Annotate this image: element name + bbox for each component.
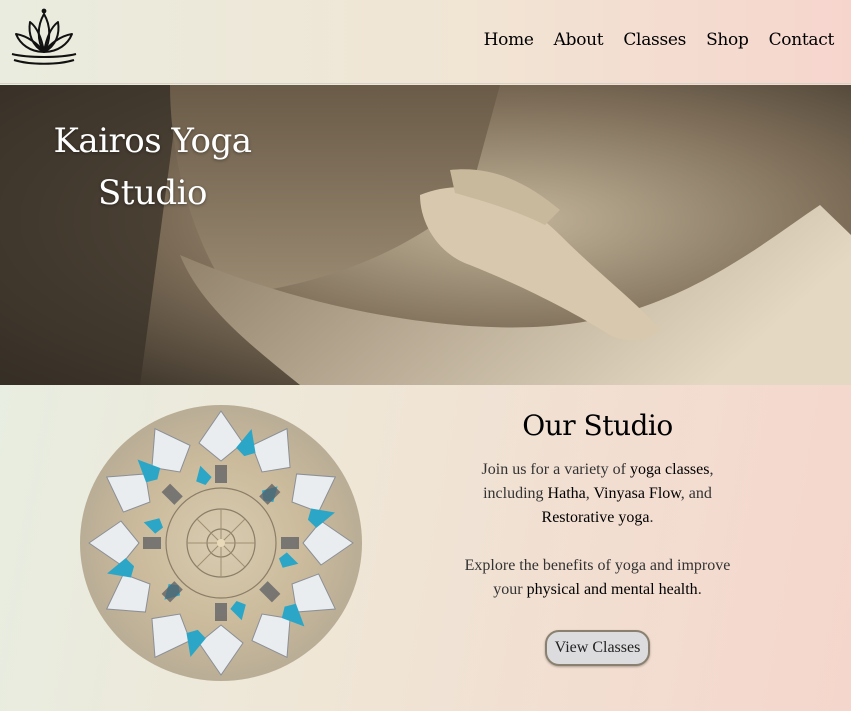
studio-benefits-text: Explore the benefits of yoga and improve… [460, 554, 735, 602]
view-classes-button[interactable]: View Classes [544, 630, 651, 666]
nav-home[interactable]: Home [484, 30, 534, 50]
hero-banner: Kairos Yoga Studio [0, 85, 851, 385]
mandala-image [80, 405, 362, 681]
site-header: Home About Classes Shop Contact [0, 0, 851, 84]
studio-heading: Our Studio [522, 409, 673, 442]
nav-shop[interactable]: Shop [706, 30, 749, 50]
highlight-health: physical and mental health [526, 581, 698, 598]
hero-title-line2: Studio [98, 173, 207, 213]
text-segment: . [649, 509, 654, 526]
studio-intro-text: Join us for a variety of yoga classes, i… [460, 458, 735, 530]
hero-title-line1: Kairos Yoga [53, 121, 252, 161]
text-segment: , and [680, 485, 712, 502]
nav-classes[interactable]: Classes [623, 30, 686, 50]
highlight-yoga-classes: yoga classes [629, 461, 710, 478]
nav-contact[interactable]: Contact [769, 30, 835, 50]
hero-title: Kairos Yoga Studio [40, 115, 265, 219]
text-segment: Join us for a variety of [481, 461, 630, 478]
nav-about[interactable]: About [554, 30, 604, 50]
main-nav: Home About Classes Shop Contact [484, 30, 835, 50]
highlight-restorative-yoga: Restorative yoga [541, 509, 650, 526]
highlight-vinyasa-flow: Vinyasa Flow [593, 485, 681, 502]
highlight-hatha: Hatha [547, 485, 586, 502]
text-segment: . [697, 581, 702, 598]
studio-section: Our Studio Join us for a variety of yoga… [460, 405, 735, 666]
lotus-logo-icon[interactable] [8, 8, 80, 70]
